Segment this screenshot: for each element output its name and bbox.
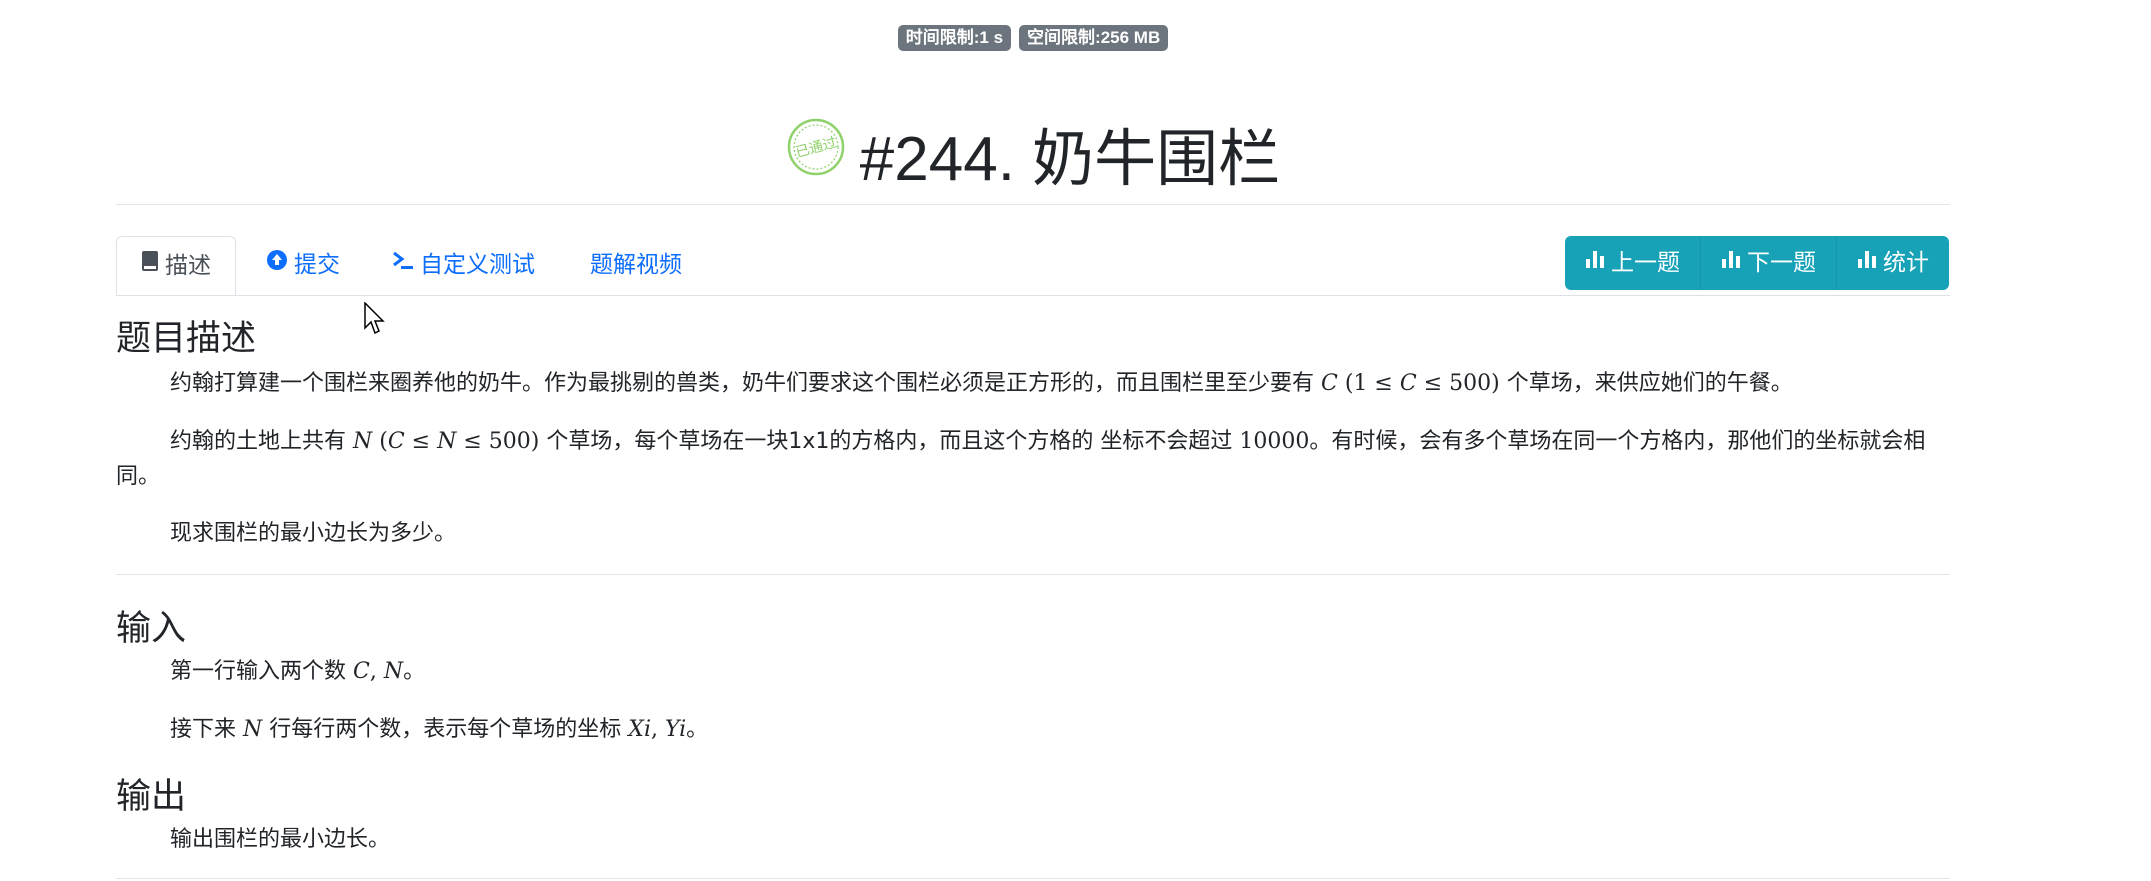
bar-chart-icon [1857,235,1877,289]
bar-chart-icon [1585,235,1605,289]
upload-circle-icon [266,235,288,293]
problem-page: 时间限制:1 s 空间限制:256 MB 已通过 #244. 奶牛围栏 描述 提交… [0,0,2151,881]
next-problem-button[interactable]: 下一题 [1701,236,1837,290]
statistics-button[interactable]: 统计 [1837,236,1949,290]
space-limit-badge: 空间限制:256 MB [1019,25,1169,51]
input-heading: 输入 [116,609,187,649]
math-xi-yi: Xi, Yi [628,717,687,742]
passed-stamp-icon: 已通过 [786,117,846,177]
mouse-cursor-icon [364,301,386,336]
bottom-divider [116,878,1950,879]
next-problem-label: 下一题 [1747,250,1816,276]
tab-submit[interactable]: 提交 [266,236,340,294]
section-divider [116,574,1950,575]
book-icon [141,236,159,294]
time-limit-badge: 时间限制:1 s [897,25,1012,51]
output-paragraph-1: 输出围栏的最小边长。 [170,827,391,852]
tab-label: 题解视频 [590,252,682,278]
description-heading: 题目描述 [116,319,257,359]
description-paragraph-3: 现求围栏的最小边长为多少。 [170,521,457,546]
problem-header: 已通过 #244. 奶牛围栏 [0,108,2066,198]
input-paragraph-1: 第一行输入两个数 C, N。 [170,659,426,684]
description-paragraph-2: 约翰的土地上共有 N (C ≤ N ≤ 500) 个草场，每个草场在一块1x1的… [116,429,1926,489]
description-paragraph-1: 约翰打算建一个围栏来圈养他的奶牛。作为最挑剔的兽类，奶牛们要求这个围栏必须是正方… [170,371,1793,396]
math-c-n: C, N [353,659,404,684]
stamp-text: 已通过 [794,135,839,161]
math-c-range: C (1 ≤ C ≤ 500) [1321,371,1500,396]
problem-nav-buttons: 上一题 下一题 统计 [1565,236,1949,290]
tab-custom-test[interactable]: 自定义测试 [392,236,535,294]
math-n: N [243,717,263,742]
limits-bar: 时间限制:1 s 空间限制:256 MB [0,25,2066,51]
terminal-icon [392,235,414,293]
tab-label: 描述 [165,253,211,279]
math-coord-limit: 10000 [1239,429,1310,454]
tab-label: 自定义测试 [420,252,535,278]
title-divider [116,204,1950,205]
prev-problem-button[interactable]: 上一题 [1565,236,1701,290]
tab-description[interactable]: 描述 [116,236,236,295]
page-title: #244. 奶牛围栏 [859,125,1281,194]
prev-problem-label: 上一题 [1611,250,1680,276]
math-n-range: N (C ≤ N ≤ 500) [353,429,540,454]
bar-chart-icon [1721,235,1741,289]
tab-solution-video[interactable]: 题解视频 [590,236,682,294]
statistics-label: 统计 [1883,250,1929,276]
input-paragraph-2: 接下来 N 行每行两个数，表示每个草场的坐标 Xi, Yi。 [170,717,709,742]
output-heading: 输出 [116,777,187,817]
tab-label: 提交 [294,252,340,278]
